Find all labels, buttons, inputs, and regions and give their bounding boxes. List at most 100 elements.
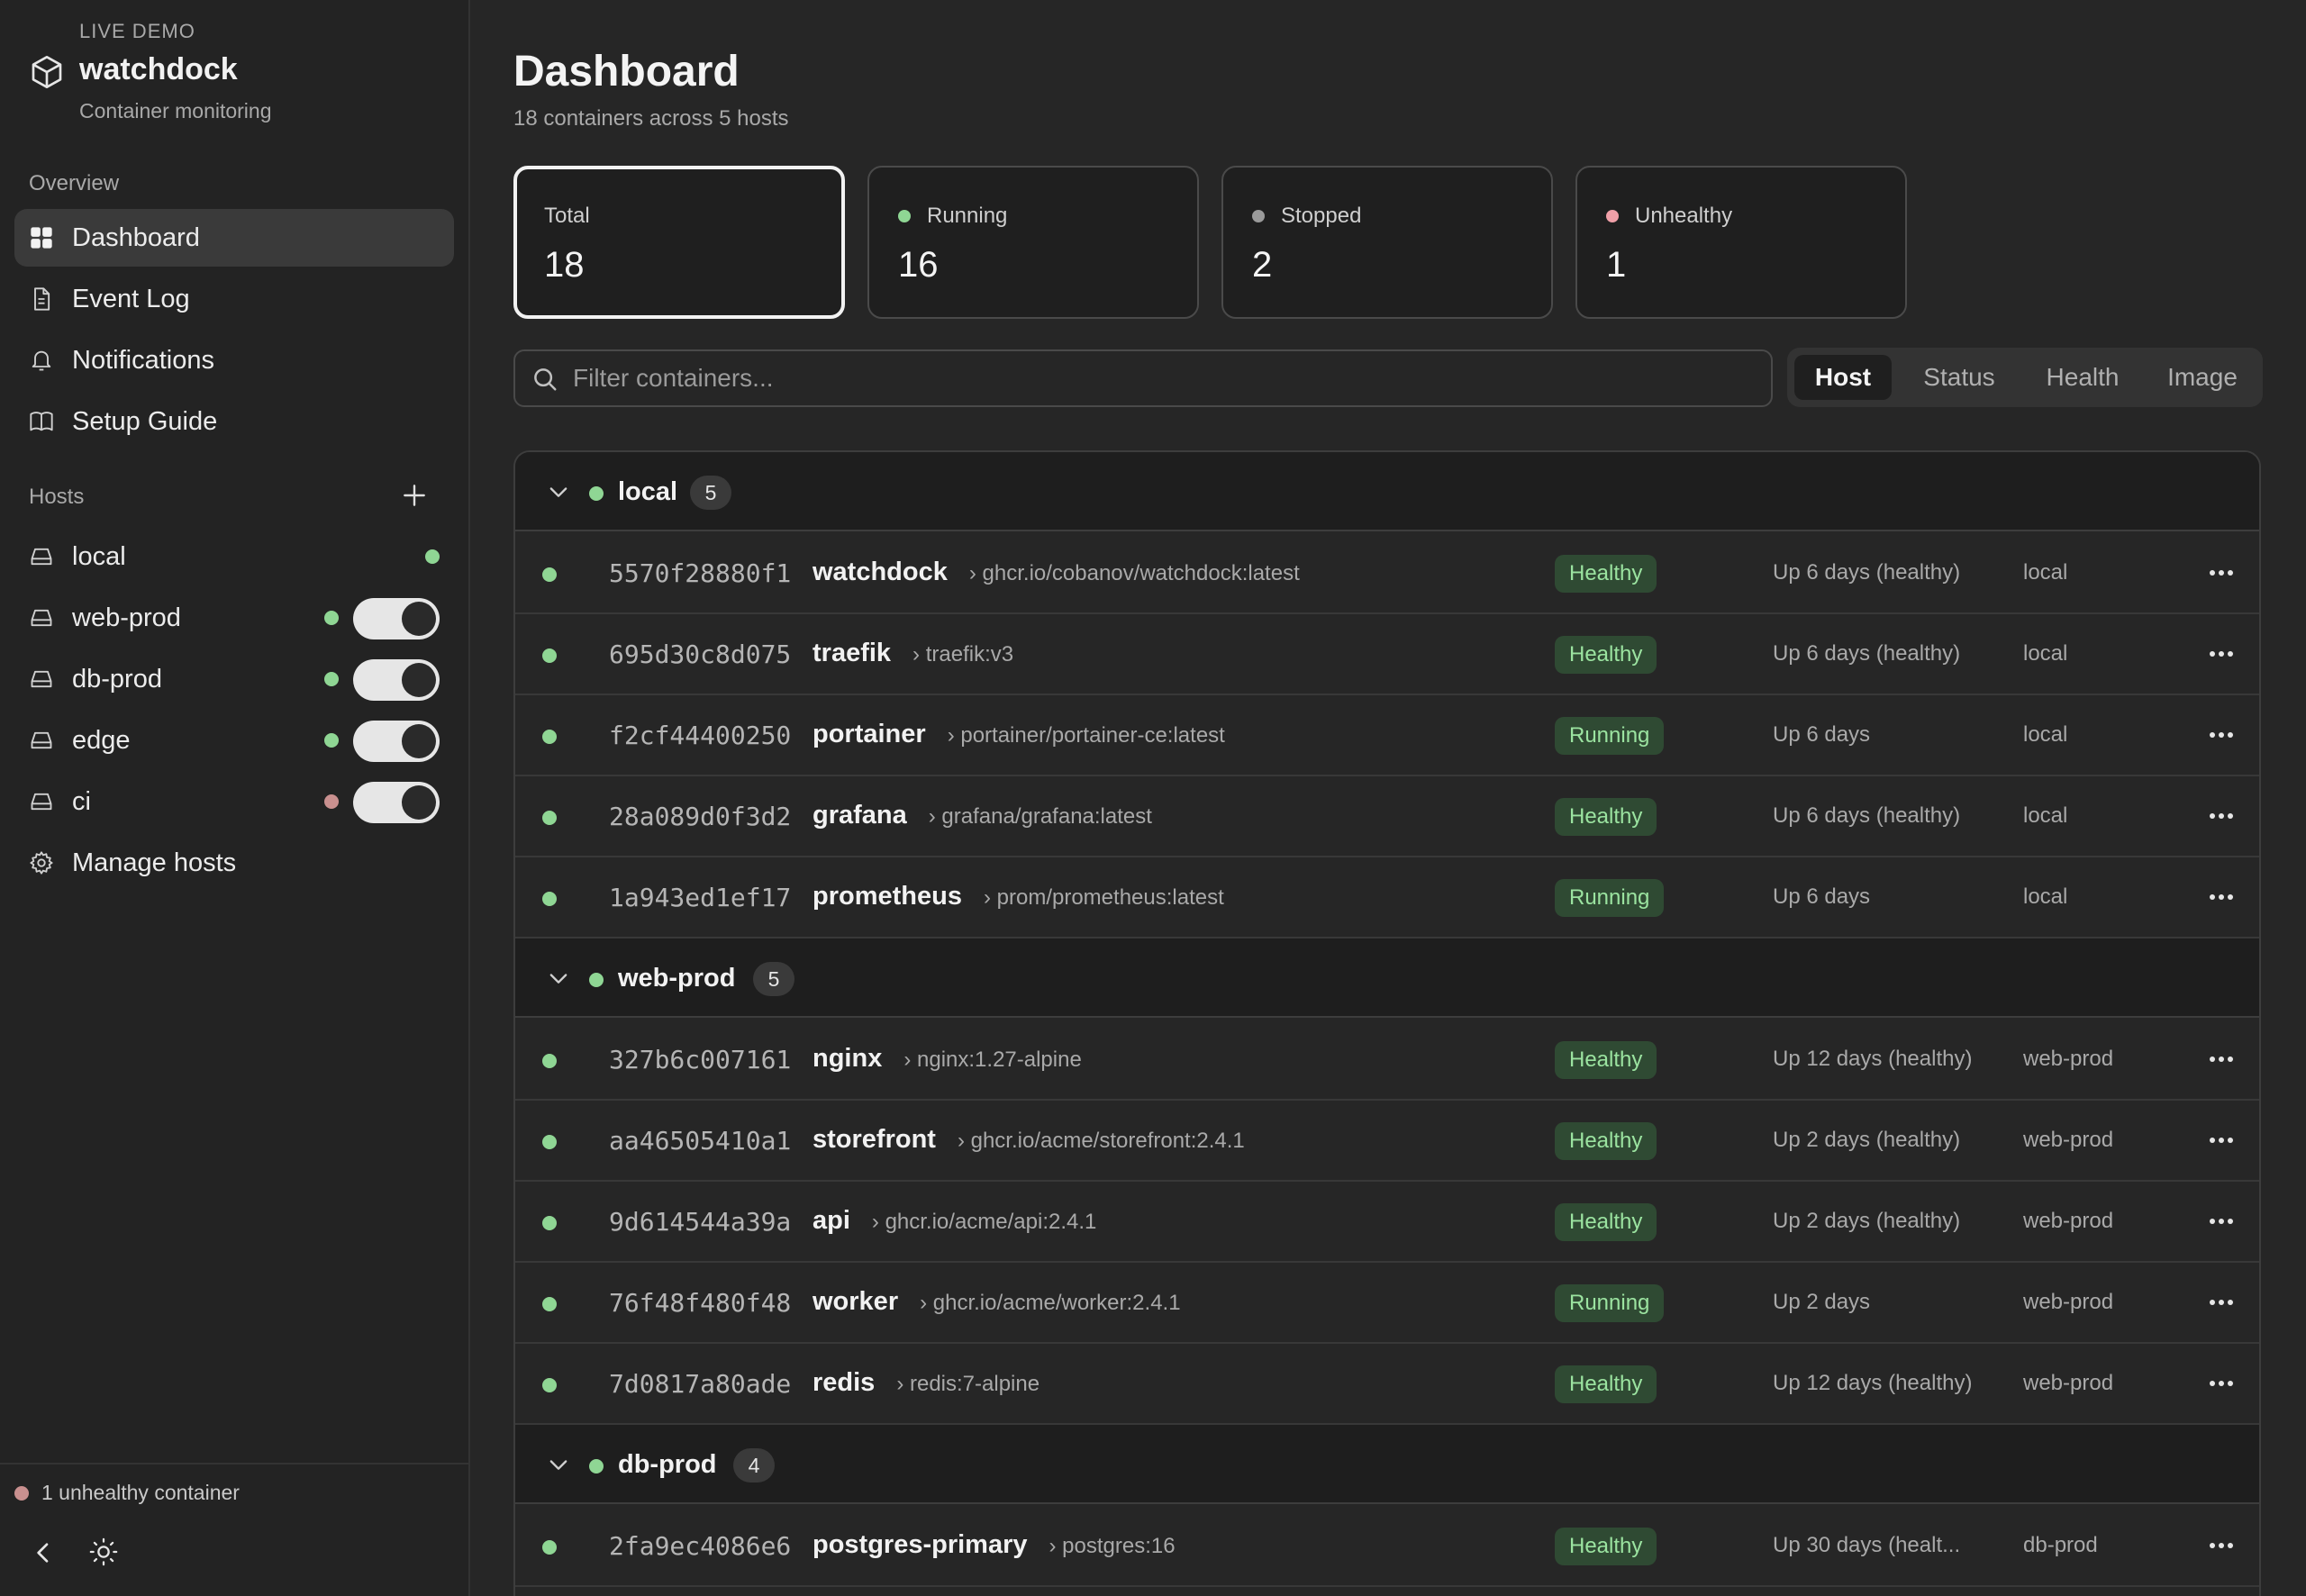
more-actions-icon[interactable] xyxy=(2205,884,2238,910)
group-by-status[interactable]: Status xyxy=(1901,355,2018,400)
stat-label: Stopped xyxy=(1252,204,1361,229)
more-actions-icon[interactable] xyxy=(2205,1128,2238,1153)
container-name[interactable]: worker xyxy=(813,1287,898,1317)
container-name[interactable]: postgres-primary xyxy=(813,1530,1028,1560)
chevron-down-icon[interactable] xyxy=(546,1452,571,1477)
stat-card-total[interactable]: Total 18 xyxy=(513,166,845,319)
app-name[interactable]: watchdock xyxy=(79,52,238,87)
group-by-health[interactable]: Health xyxy=(2025,355,2140,400)
container-status-dot xyxy=(542,1216,557,1230)
stat-label-text: Running xyxy=(927,204,1008,228)
container-image: › ghcr.io/acme/storefront:2.4.1 xyxy=(957,1129,1245,1153)
host-status-dot xyxy=(324,672,339,686)
group-status-dot xyxy=(589,973,604,987)
container-name[interactable]: portainer xyxy=(813,720,926,749)
sidebar-host-local[interactable]: local xyxy=(14,528,454,585)
nav-label: Dashboard xyxy=(72,223,200,252)
container-name[interactable]: traefik xyxy=(813,639,891,668)
host-status-dot xyxy=(425,549,440,564)
table-row[interactable]: 7d0817a80ade redis › redis:7-alpine Healthy… xyxy=(515,1344,2259,1425)
container-name[interactable]: api xyxy=(813,1206,850,1236)
more-actions-icon[interactable] xyxy=(2205,722,2238,748)
table-row[interactable]: f2cf44400250 portainer › portainer/portain… xyxy=(515,695,2259,776)
page-subtitle: 18 containers across 5 hosts xyxy=(513,106,789,131)
group-name: local xyxy=(618,477,678,506)
table-row[interactable]: 76f48f480f48 worker › ghcr.io/acme/worker:… xyxy=(515,1263,2259,1344)
host-enable-toggle[interactable] xyxy=(353,782,440,823)
unhealthy-status[interactable]: 1 unhealthy container xyxy=(14,1481,240,1505)
stat-label-text: Stopped xyxy=(1281,204,1362,228)
container-id: aa46505410a1 xyxy=(609,1126,792,1156)
more-actions-icon[interactable] xyxy=(2205,560,2238,585)
more-actions-icon[interactable] xyxy=(2205,641,2238,667)
host-name: local xyxy=(72,542,126,571)
group-count-badge: 5 xyxy=(753,962,794,996)
sidebar-host-edge[interactable]: edge xyxy=(14,712,454,769)
sidebar-host-ci[interactable]: ci xyxy=(14,773,454,830)
host-enable-toggle[interactable] xyxy=(353,598,440,639)
more-actions-icon[interactable] xyxy=(2205,1047,2238,1072)
manage-hosts-link[interactable]: Manage hosts xyxy=(14,834,454,892)
table-row[interactable]: 695d30c8d075 traefik › traefik:v3 Healthy Up… xyxy=(515,614,2259,695)
nav-item-event-log[interactable]: Event Log xyxy=(14,270,454,328)
more-actions-icon[interactable] xyxy=(2205,1533,2238,1558)
nav-label: Setup Guide xyxy=(72,407,218,436)
container-name[interactable]: nginx xyxy=(813,1044,882,1074)
container-status-dot xyxy=(542,1540,557,1555)
more-actions-icon[interactable] xyxy=(2205,1290,2238,1315)
group-by-image[interactable]: Image xyxy=(2147,355,2257,400)
more-actions-icon[interactable] xyxy=(2205,1371,2238,1396)
group-header-db-prod[interactable]: db-prod 4 xyxy=(515,1425,2259,1504)
stat-card-running[interactable]: Running 16 xyxy=(867,166,1199,319)
table-row[interactable]: 327b6c007161 nginx › nginx:1.27-alpine Heal… xyxy=(515,1020,2259,1101)
table-row[interactable]: 9d614544a39a api › ghcr.io/acme/api:2.4.1 H… xyxy=(515,1182,2259,1263)
nav-item-dashboard[interactable]: Dashboard xyxy=(14,209,454,267)
sidebar-host-web-prod[interactable]: web-prod xyxy=(14,589,454,647)
table-row[interactable]: 1a943ed1ef17 prometheus › prom/prometheus:… xyxy=(515,857,2259,939)
table-row[interactable]: 5570f28880f1 watchdock › ghcr.io/cobanov/w… xyxy=(515,533,2259,614)
table-row[interactable]: aa46505410a1 storefront › ghcr.io/acme/sto… xyxy=(515,1101,2259,1182)
chevron-left-icon[interactable] xyxy=(29,1538,58,1567)
stat-label-text: Unhealthy xyxy=(1635,204,1733,228)
stopped-dot xyxy=(1252,210,1265,222)
container-uptime: Up 2 days (healthy) xyxy=(1773,1128,1961,1152)
container-image: › ghcr.io/cobanov/watchdock:latest xyxy=(968,561,1300,585)
group-header-web-prod[interactable]: web-prod 5 xyxy=(515,939,2259,1018)
more-actions-icon[interactable] xyxy=(2205,1209,2238,1234)
stat-label: Running xyxy=(898,204,1007,229)
sun-icon[interactable] xyxy=(88,1537,119,1567)
nav-item-setup-guide[interactable]: Setup Guide xyxy=(14,393,454,450)
filter-containers-input[interactable] xyxy=(573,360,1744,396)
container-name[interactable]: watchdock xyxy=(813,558,948,587)
group-header-local[interactable]: local 5 xyxy=(515,452,2259,531)
container-uptime: Up 12 days (healthy) xyxy=(1773,1047,1973,1071)
container-name[interactable]: redis xyxy=(813,1368,875,1398)
table-row[interactable]: 28a089d0f3d2 grafana › grafana/grafana:lat… xyxy=(515,776,2259,857)
running-dot xyxy=(898,210,911,222)
container-name[interactable]: grafana xyxy=(813,801,907,830)
chevron-down-icon[interactable] xyxy=(546,966,571,991)
book-icon xyxy=(30,412,53,431)
group-count-badge: 5 xyxy=(690,476,731,510)
container-name[interactable]: prometheus xyxy=(813,882,962,911)
sidebar-host-db-prod[interactable]: db-prod xyxy=(14,650,454,708)
more-actions-icon[interactable] xyxy=(2205,803,2238,829)
stat-card-stopped[interactable]: Stopped 2 xyxy=(1221,166,1553,319)
group-by-host[interactable]: Host xyxy=(1794,355,1892,400)
host-enable-toggle[interactable] xyxy=(353,659,440,701)
stat-card-unhealthy[interactable]: Unhealthy 1 xyxy=(1575,166,1907,319)
container-host: web-prod xyxy=(2023,1128,2114,1152)
add-host-icon[interactable] xyxy=(400,481,429,510)
container-status-dot xyxy=(542,811,557,825)
nav-label: Event Log xyxy=(72,285,190,313)
container-status-dot xyxy=(542,648,557,663)
container-name-cell: storefront › ghcr.io/acme/storefront:2.4.… xyxy=(813,1125,1245,1155)
chevron-down-icon[interactable] xyxy=(546,479,571,504)
host-enable-toggle[interactable] xyxy=(353,721,440,762)
table-row[interactable]: 2fa9ec4086e6 postgres-primary › postgres:1… xyxy=(515,1506,2259,1587)
container-id: 9d614544a39a xyxy=(609,1207,792,1237)
nav-item-notifications[interactable]: Notifications xyxy=(14,331,454,389)
health-badge: Healthy xyxy=(1555,1122,1657,1160)
health-badge: Running xyxy=(1555,879,1665,917)
container-name[interactable]: storefront xyxy=(813,1125,936,1155)
